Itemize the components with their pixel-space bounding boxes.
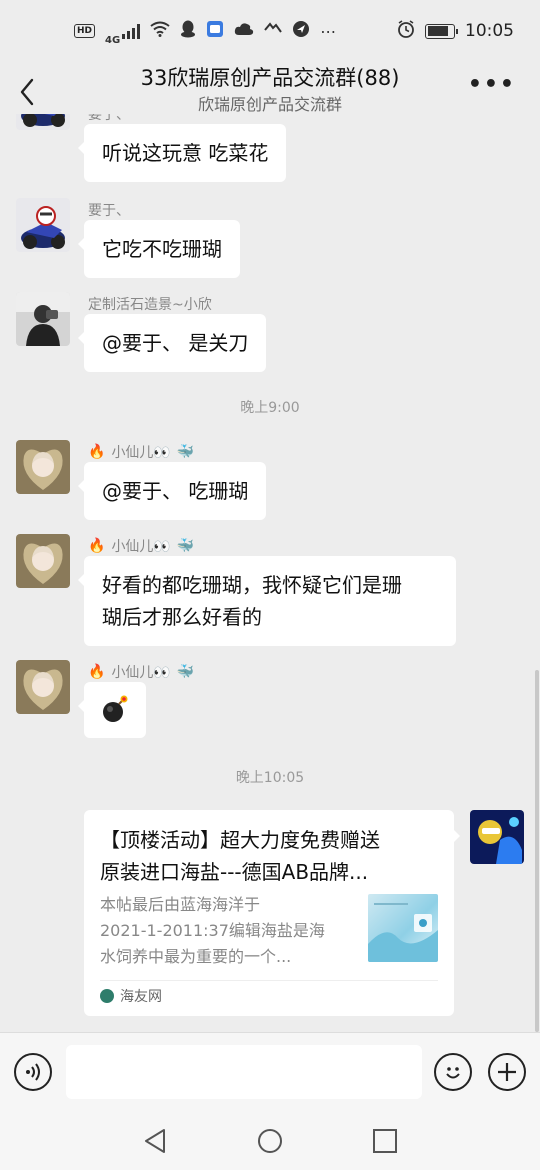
source-logo-icon <box>100 989 114 1003</box>
signal-icon <box>122 23 141 39</box>
square-recents-icon <box>373 1129 397 1153</box>
girl-avatar[interactable] <box>16 534 70 588</box>
triangle-back-icon <box>145 1129 165 1153</box>
message-list[interactable]: 要于、 听说这玩意 吃菜花 要于、 它吃不吃珊瑚 定制活石造景~小欣 @要于、 … <box>0 114 540 1032</box>
network-type: 4G <box>105 34 121 46</box>
smile-icon <box>446 1067 460 1079</box>
status-left: HD 4G ⋯ <box>74 17 337 46</box>
message-bubble[interactable]: 好看的都吃珊瑚，我怀疑它们是珊 瑚后才那么好看的 <box>78 556 456 646</box>
message-sender: 要于、 <box>88 203 130 219</box>
chat-subtitle: 欣瑞原创产品交流群 <box>197 95 342 114</box>
voice-button[interactable] <box>14 1053 52 1091</box>
message-sender: 🔥 小仙儿👀 🐳 <box>88 536 194 556</box>
scrollbar[interactable] <box>535 670 539 1032</box>
cloud-icon <box>234 22 254 40</box>
message-sender: 🔥 小仙儿👀 🐳 <box>88 442 194 462</box>
link-card-source: 海友网 <box>100 986 162 1006</box>
motorcycle-avatar[interactable] <box>16 114 70 130</box>
link-card-desc-line: 水饲养中最为重要的一个... <box>100 947 292 966</box>
circle-home-icon <box>258 1129 282 1153</box>
status-time: 10:05 <box>465 21 514 41</box>
qq-icon <box>180 20 196 42</box>
link-card-divider <box>100 980 438 981</box>
sender-name: 小仙儿👀 <box>111 539 171 555</box>
nav-home-button[interactable] <box>256 1126 286 1156</box>
link-card-desc-line: 2021-1-2011:37编辑海盐是海 <box>100 921 325 940</box>
link-card-desc-line: 本帖最后由蓝海海洋于 <box>100 895 261 914</box>
input-bar <box>0 1032 540 1110</box>
link-card-thumbnail <box>368 894 438 962</box>
status-right: 10:05 <box>397 20 514 42</box>
source-name: 海友网 <box>120 989 162 1005</box>
fire-icon: 🔥 <box>88 444 106 460</box>
nav-back-button[interactable] <box>140 1126 170 1156</box>
message-sender: 要于、 <box>88 114 130 123</box>
message-sender: 🔥 小仙儿👀 🐳 <box>88 662 194 682</box>
whale-icon: 🐳 <box>176 664 195 680</box>
emoji-bubble[interactable] <box>78 682 146 738</box>
fire-icon: 🔥 <box>88 538 106 554</box>
message-input[interactable] <box>66 1045 422 1099</box>
motorcycle-avatar[interactable] <box>16 198 70 252</box>
link-card[interactable]: 【顶楼活动】超大力度免费赠送 原装进口海盐---德国AB品牌... 本帖最后由蓝… <box>84 810 460 1016</box>
emoji-button[interactable] <box>434 1053 472 1091</box>
more-notifications-icon: ⋯ <box>320 21 338 41</box>
chat-title: 33欣瑞原创产品交流群(88) <box>140 66 400 90</box>
add-button[interactable] <box>488 1053 526 1091</box>
location-icon <box>292 20 310 42</box>
voice-icon <box>26 1063 40 1081</box>
status-bar: HD 4G ⋯ 10:05 <box>0 0 540 62</box>
message-bubble[interactable]: @要于、 吃珊瑚 <box>77 462 267 520</box>
battery-icon <box>425 23 458 39</box>
sender-name: 小仙儿👀 <box>111 665 171 681</box>
link-card-title: 【顶楼活动】超大力度免费赠送 原装进口海盐---德国AB品牌... <box>100 824 442 888</box>
plus-icon <box>498 1063 516 1081</box>
whale-icon: 🐳 <box>176 538 195 554</box>
sender-name: 小仙儿👀 <box>111 445 171 461</box>
timestamp: 晚上9:00 <box>240 400 300 416</box>
message-bubble[interactable]: @要于、 是关刀 <box>77 314 267 372</box>
system-nav-bar <box>0 1110 540 1170</box>
map-icon <box>264 22 283 40</box>
girl-avatar[interactable] <box>16 440 70 494</box>
more-options-button[interactable]: ••• <box>468 72 516 97</box>
alarm-icon <box>397 20 415 42</box>
nav-recents-button[interactable] <box>370 1126 400 1156</box>
bomb-icon <box>103 695 128 722</box>
message-text-line: 瑚后才那么好看的 <box>102 605 262 629</box>
link-card-title-line: 【顶楼活动】超大力度免费赠送 <box>100 828 380 852</box>
message-bubble[interactable]: 听说这玩意 吃菜花 <box>77 124 287 182</box>
photographer-avatar[interactable] <box>16 292 70 346</box>
hd-icon: HD <box>74 24 96 38</box>
link-card-description: 本帖最后由蓝海海洋于 2021-1-2011:37编辑海盐是海 水饲养中最为重要… <box>100 892 352 970</box>
message-sender: 定制活石造景~小欣 <box>88 297 212 313</box>
link-card-title-line: 原装进口海盐---德国AB品牌... <box>100 860 369 884</box>
timestamp: 晚上10:05 <box>235 770 305 786</box>
fire-icon: 🔥 <box>88 664 106 680</box>
chat-header: 33欣瑞原创产品交流群(88) 欣瑞原创产品交流群 ••• <box>0 62 540 114</box>
whale-icon: 🐳 <box>176 444 195 460</box>
my-avatar[interactable] <box>470 810 524 864</box>
app-icon <box>206 20 224 42</box>
message-bubble[interactable]: 它吃不吃珊瑚 <box>78 220 240 278</box>
message-text-line: 好看的都吃珊瑚，我怀疑它们是珊 <box>102 573 402 597</box>
girl-avatar[interactable] <box>16 660 70 714</box>
wifi-icon <box>150 21 170 41</box>
